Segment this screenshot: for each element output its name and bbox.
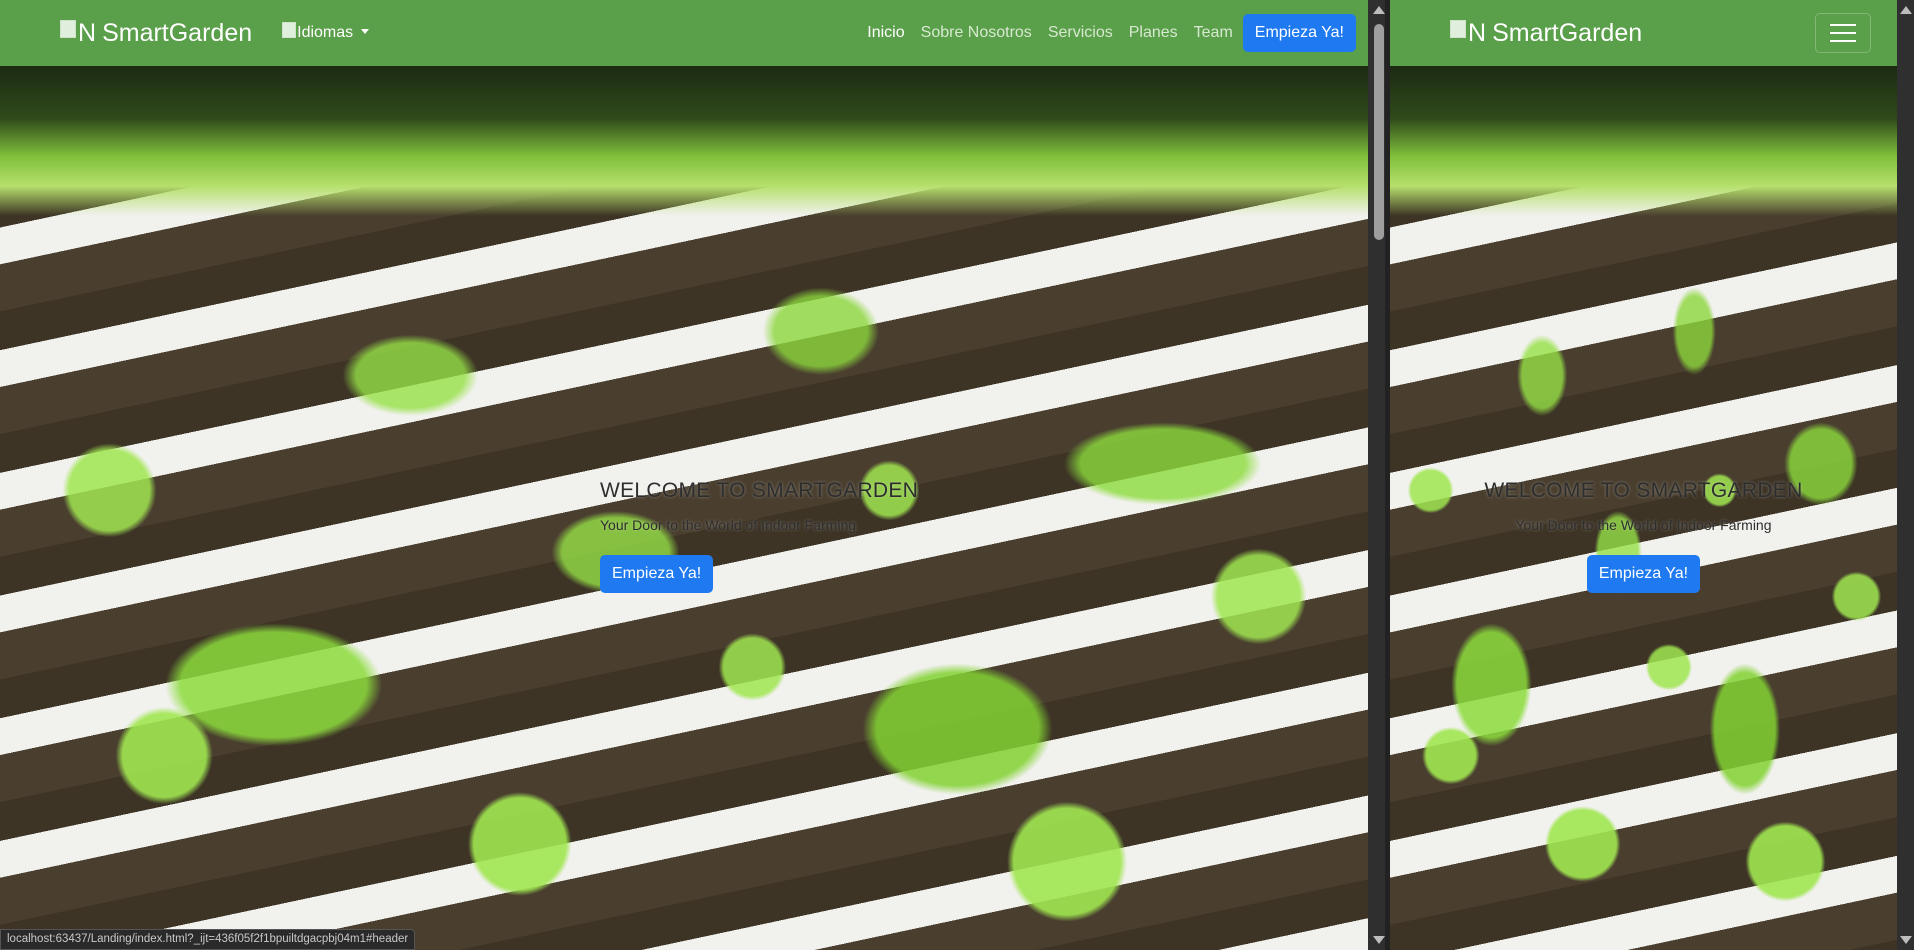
language-dropdown-label: Idiomas	[297, 24, 354, 41]
brand-logo-alt: N	[1468, 18, 1487, 47]
hero-title: WELCOME TO SMARTGARDEN	[600, 479, 919, 502]
navbar-cta-button[interactable]: Empieza Ya!	[1242, 14, 1356, 52]
navbar: N SmartGarden	[1390, 0, 1897, 66]
scroll-up-arrow-icon[interactable]	[1900, 6, 1912, 14]
language-dropdown[interactable]: Idiomas	[282, 22, 370, 42]
scroll-up-arrow-icon[interactable]	[1373, 6, 1385, 14]
left-viewport: N SmartGarden Idiomas Inicio Sobre Nosot…	[0, 0, 1368, 950]
brand-logo-alt: N	[78, 18, 97, 47]
nav-link-team[interactable]: Team	[1186, 24, 1241, 42]
brand-logo-icon: N	[60, 19, 96, 48]
hero-subtitle: Your Door to the World of Indoor Farming	[1515, 517, 1772, 533]
nav-links: Inicio Sobre Nosotros Servicios Planes T…	[859, 14, 1356, 52]
broken-image-icon	[60, 19, 76, 38]
hamburger-menu-icon[interactable]	[1815, 13, 1871, 53]
nav-link-sobre-nosotros[interactable]: Sobre Nosotros	[913, 24, 1040, 42]
broken-image-icon	[282, 22, 297, 38]
nav-link-planes[interactable]: Planes	[1121, 24, 1186, 42]
navbar: N SmartGarden Idiomas Inicio Sobre Nosot…	[0, 0, 1368, 66]
brand-name: SmartGarden	[102, 18, 253, 47]
nav-link-inicio[interactable]: Inicio	[859, 24, 912, 42]
brand-link[interactable]: N SmartGarden	[60, 19, 252, 48]
brand-link[interactable]: N SmartGarden	[1450, 19, 1642, 48]
hero-content: WELCOME TO SMARTGARDEN Your Door to the …	[600, 479, 918, 593]
caret-down-icon	[361, 28, 370, 34]
brand-logo-icon: N	[1450, 19, 1486, 48]
broken-image-icon	[1450, 19, 1466, 38]
brand-name: SmartGarden	[1492, 18, 1643, 47]
hero-cta-button[interactable]: Empieza Ya!	[1586, 555, 1701, 593]
scroll-down-arrow-icon[interactable]	[1373, 936, 1385, 944]
hero-subtitle: Your Door to the World of Indoor Farming	[600, 517, 857, 533]
hero-content: WELCOME TO SMARTGARDEN Your Door to the …	[1390, 479, 1897, 593]
status-bar-url: localhost:63437/Landing/index.html?_ijt=…	[0, 929, 416, 950]
scroll-down-arrow-icon[interactable]	[1900, 936, 1912, 944]
hero-cta-button[interactable]: Empieza Ya!	[600, 555, 714, 593]
nav-link-servicios[interactable]: Servicios	[1040, 24, 1121, 42]
scrollbar-thumb[interactable]	[1374, 24, 1384, 240]
hero-title: WELCOME TO SMARTGARDEN	[1484, 479, 1803, 502]
right-scrollbar[interactable]	[1897, 0, 1914, 950]
right-viewport: N SmartGarden WELCOME TO SMARTGARDEN You…	[1390, 0, 1897, 950]
